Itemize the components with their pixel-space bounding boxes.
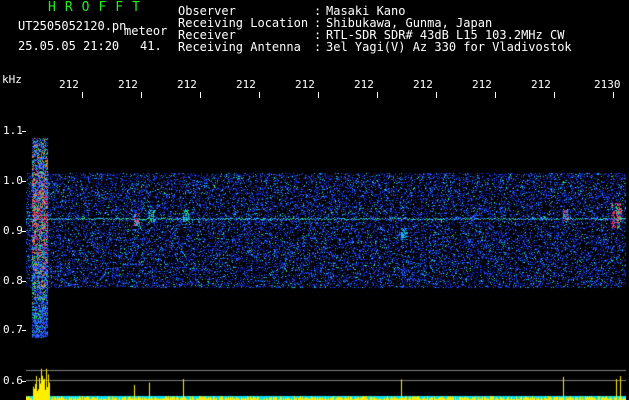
axis-unit-label: kHz — [2, 73, 22, 86]
meta-value-antenna: 3el Yagi(V) Az 330 for Vladivostok — [326, 40, 572, 54]
y-tick-label: 0.6 — [3, 374, 23, 387]
y-tick-label: 1.1 — [3, 124, 23, 137]
echo-histogram — [26, 366, 626, 400]
y-tick-label: 1.0 — [3, 174, 23, 187]
x-tick-label: 212 — [177, 78, 197, 91]
meta-key-antenna: Receiving Antenna — [178, 40, 301, 54]
y-tick-label: 0.8 — [3, 274, 23, 287]
x-tick-label: 2130 — [594, 78, 621, 91]
x-tick-label: 212 — [118, 78, 138, 91]
date-time: 25.05.05 21:20 — [18, 39, 120, 53]
x-tick-label: 212 — [236, 78, 256, 91]
x-tick-label: 212 — [354, 78, 374, 91]
x-tick-label: 212 — [531, 78, 551, 91]
echo-count: 41. — [140, 39, 162, 53]
spectrogram-plot — [26, 98, 626, 368]
x-tick-label: 212 — [59, 78, 79, 91]
meteor-label: meteor — [124, 24, 168, 38]
x-tick-label: 212 — [295, 78, 315, 91]
app-title: HROFFT — [48, 0, 149, 15]
meta-colon: : — [314, 40, 322, 54]
x-tick-label: 212 — [472, 78, 492, 91]
x-tick-label: 212 — [413, 78, 433, 91]
file-name: UT2505052120.pn — [18, 19, 127, 33]
y-tick-label: 0.7 — [3, 323, 23, 336]
y-tick-label: 0.9 — [3, 224, 23, 237]
